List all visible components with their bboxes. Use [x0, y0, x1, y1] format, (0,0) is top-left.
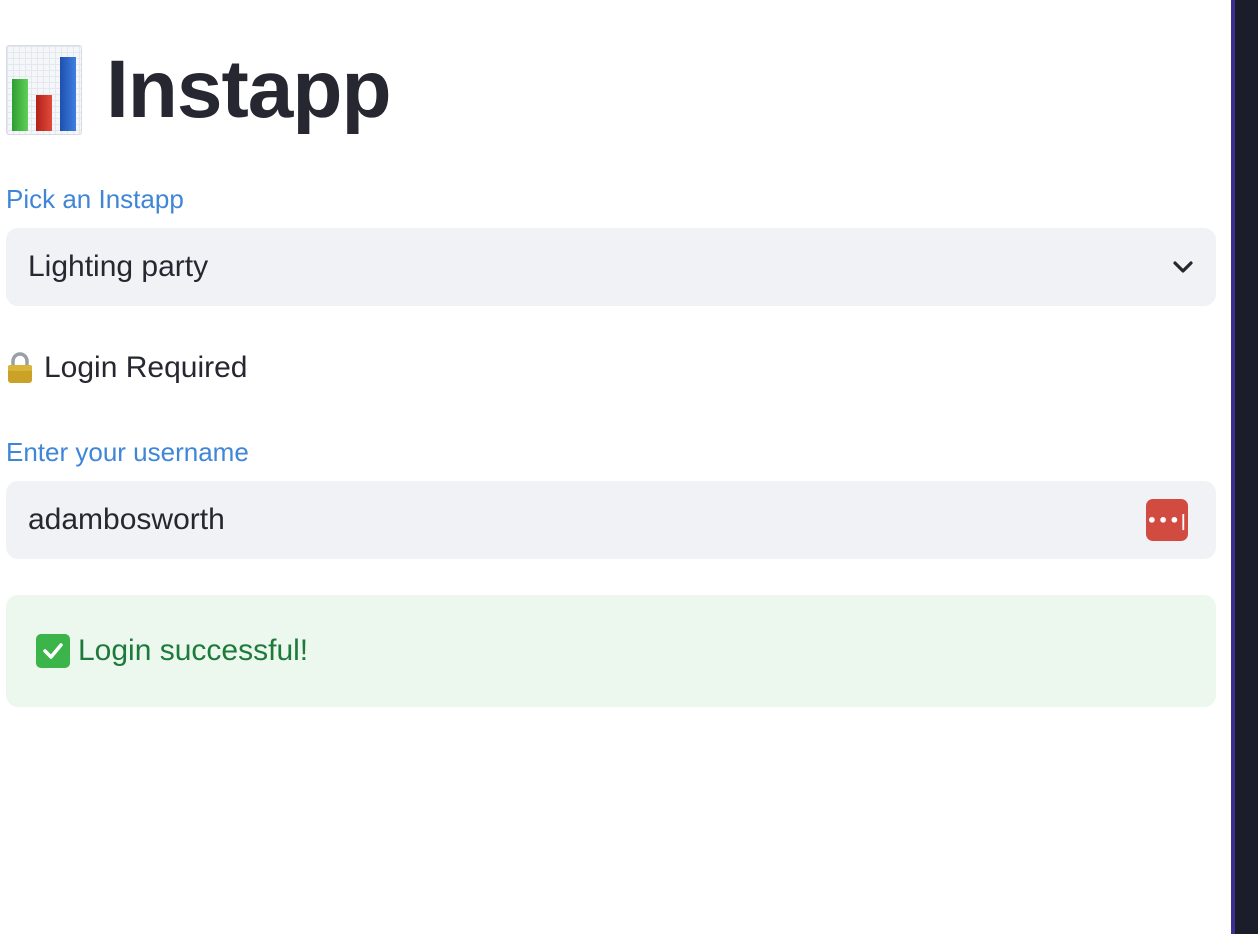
page-header: Instapp: [6, 40, 392, 140]
success-alert: Login successful!: [6, 595, 1216, 707]
login-required-heading: Login Required: [6, 348, 247, 388]
check-icon: [36, 634, 70, 668]
bar-chart-icon: [6, 45, 82, 135]
app-page: Instapp Pick an Instapp Lighting party L…: [0, 0, 1258, 934]
lock-icon: [6, 351, 34, 385]
instapp-select-value: Lighting party: [28, 250, 209, 283]
picker-label: Pick an Instapp: [6, 184, 184, 214]
window-edge: [1231, 0, 1258, 934]
success-message: Login successful!: [78, 634, 309, 667]
username-input[interactable]: adambosworth •••|: [6, 481, 1216, 559]
login-required-text: Login Required: [44, 351, 248, 384]
chevron-down-icon[interactable]: [1172, 256, 1194, 278]
username-value: adambosworth: [28, 503, 225, 536]
username-label: Enter your username: [6, 437, 249, 467]
password-manager-icon[interactable]: •••|: [1146, 499, 1188, 541]
instapp-select[interactable]: Lighting party: [6, 228, 1216, 306]
page-title: Instapp: [106, 44, 392, 135]
